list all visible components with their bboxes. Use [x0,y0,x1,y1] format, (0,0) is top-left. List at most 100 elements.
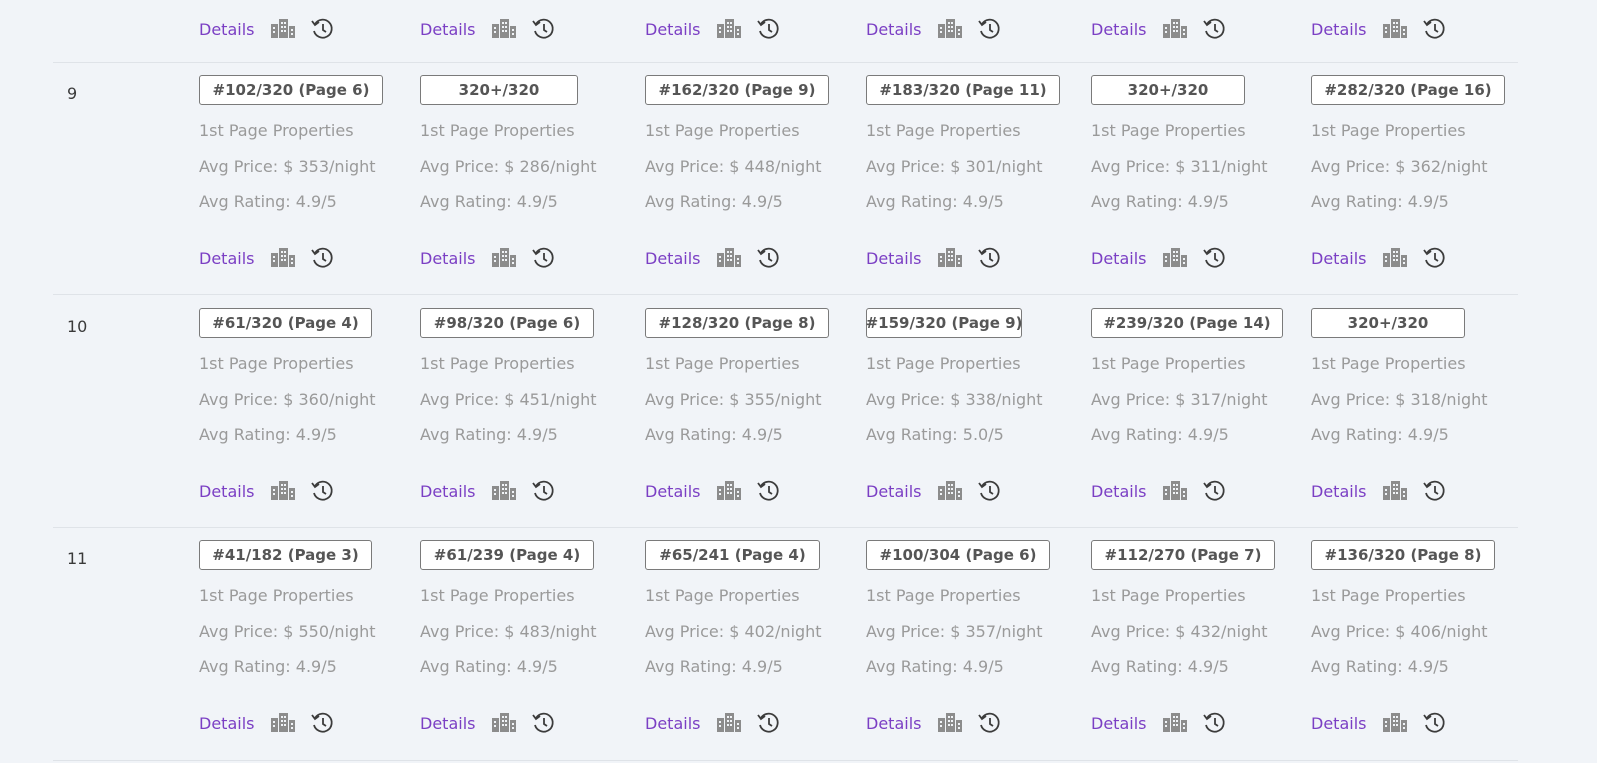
building-icon[interactable] [270,712,296,734]
rank-badge[interactable]: 320+/320 [1311,308,1465,338]
avg-rating-text: Avg Rating: 4.9/5 [1311,425,1449,444]
history-icon[interactable] [310,18,336,40]
avg-price-text: Avg Price: $ 451/night [420,390,597,409]
building-icon[interactable] [1162,712,1188,734]
details-link[interactable]: Details [645,20,700,39]
history-icon[interactable] [310,480,336,502]
cell-actions: Details [420,480,557,502]
history-icon[interactable] [1202,247,1228,269]
history-icon[interactable] [1202,712,1228,734]
history-icon[interactable] [977,712,1003,734]
rank-badge[interactable]: #112/270 (Page 7) [1091,540,1275,570]
rank-badge[interactable]: 320+/320 [1091,75,1245,105]
history-icon[interactable] [756,480,782,502]
building-icon[interactable] [937,247,963,269]
cell-actions: Details [866,712,1003,734]
building-icon[interactable] [491,480,517,502]
details-link[interactable]: Details [866,20,921,39]
history-icon[interactable] [531,247,557,269]
rank-badge[interactable]: #65/241 (Page 4) [645,540,820,570]
rank-badge[interactable]: #128/320 (Page 8) [645,308,829,338]
building-icon[interactable] [716,18,742,40]
building-icon[interactable] [1382,480,1408,502]
building-icon[interactable] [1382,247,1408,269]
building-icon[interactable] [716,247,742,269]
building-icon[interactable] [937,18,963,40]
history-icon[interactable] [977,480,1003,502]
rank-badge[interactable]: #239/320 (Page 14) [1091,308,1283,338]
rank-badge[interactable]: 320+/320 [420,75,578,105]
first-page-properties-label: 1st Page Properties [1311,586,1466,605]
rank-badge[interactable]: #61/239 (Page 4) [420,540,594,570]
details-link[interactable]: Details [199,20,254,39]
details-link[interactable]: Details [1091,482,1146,501]
rank-badge[interactable]: #136/320 (Page 8) [1311,540,1495,570]
details-link[interactable]: Details [420,482,475,501]
rank-badge[interactable]: #162/320 (Page 9) [645,75,829,105]
history-icon[interactable] [531,18,557,40]
rank-badge[interactable]: #98/320 (Page 6) [420,308,594,338]
details-link[interactable]: Details [866,249,921,268]
details-link[interactable]: Details [1311,482,1366,501]
building-icon[interactable] [1162,18,1188,40]
history-icon[interactable] [756,712,782,734]
details-link[interactable]: Details [1311,20,1366,39]
details-link[interactable]: Details [420,714,475,733]
building-icon[interactable] [491,18,517,40]
rank-cell: #282/320 (Page 16) 1st Page Properties Avg… [1311,62,1521,294]
history-icon[interactable] [1202,480,1228,502]
details-link[interactable]: Details [645,482,700,501]
details-link[interactable]: Details [645,249,700,268]
details-link[interactable]: Details [1091,20,1146,39]
history-icon[interactable] [310,247,336,269]
history-icon[interactable] [1422,480,1448,502]
avg-price-text: Avg Price: $ 406/night [1311,622,1488,641]
cell-actions: Details [645,712,782,734]
history-icon[interactable] [531,480,557,502]
details-link[interactable]: Details [199,249,254,268]
building-icon[interactable] [270,247,296,269]
building-icon[interactable] [270,18,296,40]
building-icon[interactable] [1382,18,1408,40]
history-icon[interactable] [1422,247,1448,269]
building-icon[interactable] [491,247,517,269]
history-icon[interactable] [310,712,336,734]
building-icon[interactable] [1162,480,1188,502]
details-link[interactable]: Details [1311,714,1366,733]
details-link[interactable]: Details [420,20,475,39]
details-link[interactable]: Details [645,714,700,733]
building-icon[interactable] [937,712,963,734]
avg-price-text: Avg Price: $ 360/night [199,390,376,409]
details-link[interactable]: Details [199,714,254,733]
rank-badge[interactable]: #61/320 (Page 4) [199,308,372,338]
details-link[interactable]: Details [1311,249,1366,268]
rank-badge[interactable]: #183/320 (Page 11) [866,75,1060,105]
details-link[interactable]: Details [866,482,921,501]
details-link[interactable]: Details [420,249,475,268]
first-page-properties-label: 1st Page Properties [420,586,575,605]
rank-badge[interactable]: #41/182 (Page 3) [199,540,372,570]
rank-badge[interactable]: #100/304 (Page 6) [866,540,1050,570]
history-icon[interactable] [756,247,782,269]
history-icon[interactable] [977,18,1003,40]
details-link[interactable]: Details [1091,714,1146,733]
details-link[interactable]: Details [866,714,921,733]
building-icon[interactable] [716,480,742,502]
building-icon[interactable] [1382,712,1408,734]
details-link[interactable]: Details [1091,249,1146,268]
building-icon[interactable] [937,480,963,502]
building-icon[interactable] [491,712,517,734]
history-icon[interactable] [531,712,557,734]
history-icon[interactable] [977,247,1003,269]
rank-badge[interactable]: #159/320 (Page 9) [866,308,1022,338]
history-icon[interactable] [1422,18,1448,40]
rank-badge[interactable]: #282/320 (Page 16) [1311,75,1505,105]
history-icon[interactable] [1202,18,1228,40]
details-link[interactable]: Details [199,482,254,501]
building-icon[interactable] [1162,247,1188,269]
rank-badge[interactable]: #102/320 (Page 6) [199,75,383,105]
history-icon[interactable] [756,18,782,40]
history-icon[interactable] [1422,712,1448,734]
building-icon[interactable] [716,712,742,734]
building-icon[interactable] [270,480,296,502]
